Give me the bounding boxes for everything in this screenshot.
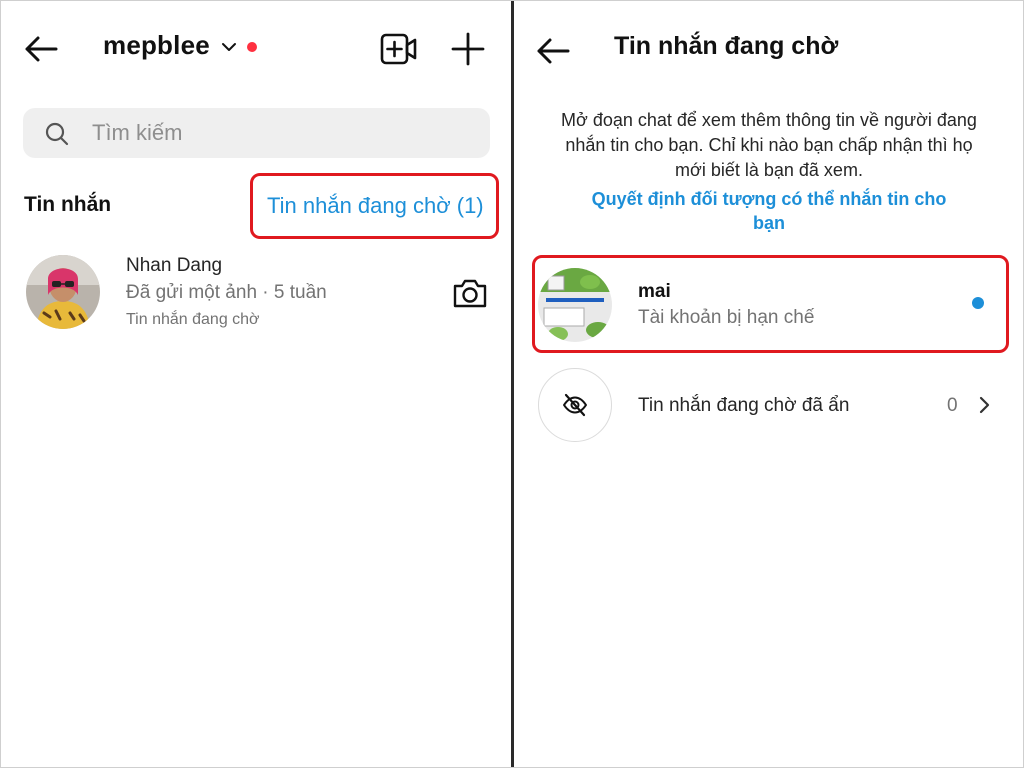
pending-requests-panel: Tin nhắn đang chờ Mở đoạn chat để xem th… bbox=[514, 0, 1024, 768]
notification-dot bbox=[247, 42, 257, 52]
unread-dot bbox=[972, 297, 984, 309]
conversation-status: Tin nhắn đang chờ bbox=[126, 311, 260, 328]
new-video-icon[interactable] bbox=[380, 32, 418, 66]
message-controls-link[interactable]: Quyết định đối tượng có thể nhắn tin cho… bbox=[574, 187, 964, 235]
camera-icon[interactable] bbox=[451, 276, 489, 310]
hidden-requests-count: 0 bbox=[947, 395, 958, 416]
page-title: Tin nhắn đang chờ bbox=[614, 32, 839, 60]
request-name[interactable]: mai bbox=[638, 281, 671, 303]
hidden-requests-label[interactable]: Tin nhắn đang chờ đã ẩn bbox=[638, 395, 849, 417]
account-username[interactable]: mepblee bbox=[103, 30, 210, 61]
chevron-right-icon[interactable] bbox=[976, 394, 992, 416]
pending-requests-label[interactable]: Tin nhắn đang chờ (1) bbox=[267, 193, 484, 219]
back-arrow-icon[interactable] bbox=[22, 30, 60, 68]
request-subtitle: Tài khoản bị hạn chế bbox=[638, 307, 815, 328]
search-placeholder: Tìm kiếm bbox=[92, 120, 183, 145]
avatar[interactable] bbox=[26, 255, 100, 329]
avatar[interactable] bbox=[538, 268, 612, 342]
inbox-panel: mepblee Tìm kiếm Tin nhắn Tin nhắn đang … bbox=[0, 0, 512, 768]
eye-off-icon bbox=[561, 391, 589, 419]
plus-icon[interactable] bbox=[450, 31, 486, 67]
chevron-down-icon[interactable] bbox=[220, 38, 238, 56]
conversation-preview: Đã gửi một ảnh · 5 tuần bbox=[126, 282, 327, 303]
search-icon bbox=[44, 121, 70, 147]
messages-section-title: Tin nhắn bbox=[24, 193, 112, 216]
pending-description: Mở đoạn chat để xem thêm thông tin về ng… bbox=[561, 110, 977, 180]
back-arrow-icon[interactable] bbox=[534, 32, 572, 70]
conversation-name[interactable]: Nhan Dang bbox=[126, 255, 222, 277]
